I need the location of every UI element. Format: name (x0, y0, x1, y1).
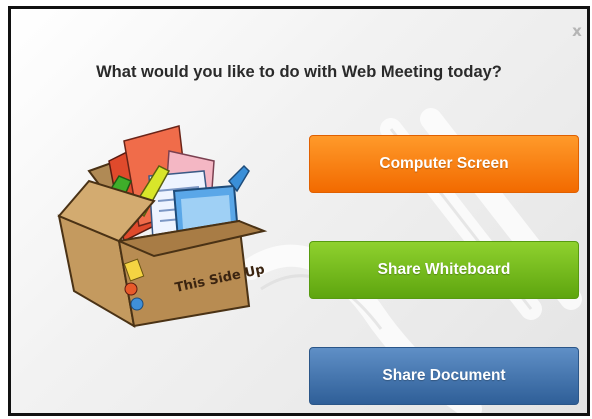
web-meeting-dialog: x What would you like to do with Web Mee… (8, 6, 590, 416)
dialog-title: What would you like to do with Web Meeti… (96, 63, 502, 81)
share-document-button[interactable]: Share Document (309, 347, 579, 405)
computer-screen-button[interactable]: Computer Screen (309, 135, 579, 193)
share-whiteboard-button[interactable]: Share Whiteboard (309, 241, 579, 299)
close-icon[interactable]: x (569, 23, 585, 39)
box-illustration: This Side Up (57, 125, 268, 328)
